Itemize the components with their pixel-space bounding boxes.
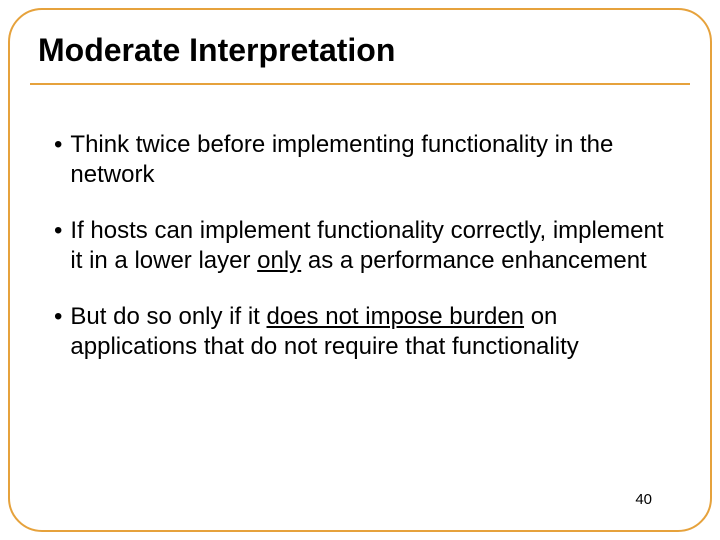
slide-title: Moderate Interpretation — [38, 32, 682, 69]
bullet-text-underline: does not impose burden — [267, 303, 525, 330]
title-container: Moderate Interpretation — [30, 26, 690, 85]
bullet-item: • If hosts can implement functionality c… — [54, 216, 666, 276]
bullet-text-pre: Think twice before implementing function… — [70, 131, 613, 188]
bullet-marker: • — [54, 302, 62, 362]
bullet-text-pre: But do so only if it — [70, 303, 266, 330]
bullet-text-post: as a performance enhancement — [301, 247, 647, 274]
bullet-text: Think twice before implementing function… — [70, 130, 666, 190]
bullet-text-underline: only — [257, 247, 301, 274]
bullet-item: • But do so only if it does not impose b… — [54, 302, 666, 362]
bullet-marker: • — [54, 130, 62, 190]
slide-body: • Think twice before implementing functi… — [54, 130, 666, 480]
bullet-item: • Think twice before implementing functi… — [54, 130, 666, 190]
bullet-text: But do so only if it does not impose bur… — [70, 302, 666, 362]
slide-frame: Moderate Interpretation • Think twice be… — [8, 8, 712, 532]
bullet-text: If hosts can implement functionality cor… — [70, 216, 666, 276]
page-number: 40 — [635, 491, 652, 508]
bullet-marker: • — [54, 216, 62, 276]
